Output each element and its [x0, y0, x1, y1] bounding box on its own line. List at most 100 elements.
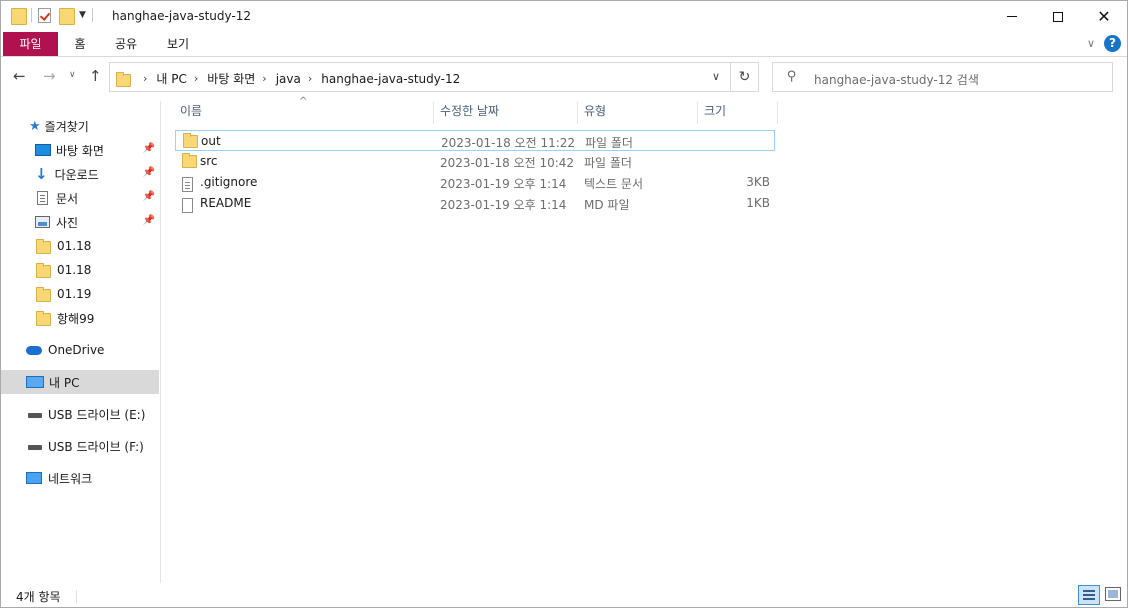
file-size: 1KB [746, 196, 770, 210]
sidebar-item-folder[interactable]: 항해99 [1, 306, 159, 330]
sidebar-item-quick-access[interactable]: ★ 즐겨찾기 [1, 114, 159, 138]
file-size: 3KB [746, 175, 770, 189]
address-bar[interactable]: › 내 PC › 바탕 화면 › java › hanghae-java-stu… [109, 62, 731, 92]
table-row[interactable]: out 2023-01-18 오전 11:22 파일 폴더 [175, 130, 775, 151]
refresh-button[interactable]: ↻ [731, 62, 759, 92]
desktop-icon [35, 144, 51, 156]
properties-icon[interactable] [38, 7, 51, 23]
status-bar: 4개 항목 [1, 583, 1127, 607]
download-icon: ↓ [35, 165, 48, 183]
back-button[interactable]: ← [13, 67, 26, 85]
file-type: 텍스트 문서 [584, 177, 644, 191]
folder-icon[interactable] [11, 7, 27, 25]
sidebar-item-label: 네트워크 [48, 471, 93, 486]
column-header-name[interactable]: 이름 [174, 102, 434, 124]
close-button[interactable]: ✕ [1081, 1, 1127, 32]
customize-toolbar-dropdown-icon[interactable]: ▼ [79, 10, 86, 20]
sidebar-item-label: 01.18 [57, 263, 92, 277]
file-name: out [201, 134, 221, 148]
recent-locations-chevron-icon[interactable]: ∨ [69, 70, 76, 80]
folder-icon [182, 153, 197, 168]
breadcrumb-chevron-icon[interactable]: › [143, 72, 147, 85]
usb-drive-icon [28, 413, 42, 418]
expand-ribbon-chevron-icon[interactable]: ∨ [1087, 37, 1095, 50]
large-icons-view-icon[interactable] [1105, 587, 1121, 601]
sidebar-item-folder[interactable]: 01.19 [1, 282, 159, 306]
toolbar-divider [91, 8, 93, 22]
file-date: 2023-01-18 오전 10:42 [440, 156, 575, 170]
column-header-type[interactable]: 유형 [578, 102, 698, 124]
breadcrumb: › 내 PC › 바탕 화면 › java › hanghae-java-stu… [116, 70, 460, 87]
breadcrumb-chevron-icon[interactable]: › [194, 72, 198, 85]
minimize-button[interactable] [989, 1, 1035, 32]
file-type: 파일 폴더 [585, 136, 633, 150]
breadcrumb-item[interactable]: 내 PC [156, 70, 186, 87]
file-type: 파일 폴더 [584, 156, 632, 170]
search-input[interactable]: ⚲ hanghae-java-study-12 검색 [772, 62, 1113, 92]
sidebar-item-label: 사진 [56, 215, 79, 230]
star-icon: ★ [29, 118, 41, 134]
item-count: 4개 항목 [16, 590, 61, 604]
sidebar-item-this-pc[interactable]: 내 PC [1, 370, 159, 394]
table-row[interactable]: src 2023-01-18 오전 10:42 파일 폴더 [175, 151, 775, 172]
quick-access-toolbar: ▼ [11, 7, 99, 25]
new-folder-icon[interactable] [59, 7, 75, 25]
address-dropdown-icon[interactable]: ∨ [712, 70, 720, 83]
sidebar-item-onedrive[interactable]: OneDrive [1, 338, 159, 362]
maximize-icon [1053, 11, 1063, 22]
sidebar-item-usb-f[interactable]: USB 드라이브 (F:) [1, 434, 159, 458]
breadcrumb-item[interactable]: java [276, 72, 301, 86]
file-type: MD 파일 [584, 198, 630, 212]
sidebar-item-downloads[interactable]: ↓ 다운로드 📌 [1, 162, 159, 186]
sidebar-item-desktop[interactable]: 바탕 화면 📌 [1, 138, 159, 162]
breadcrumb-item[interactable]: 바탕 화면 [207, 70, 255, 87]
pin-icon[interactable]: 📌 [143, 215, 155, 226]
search-icon: ⚲ [787, 69, 797, 84]
refresh-icon: ↻ [738, 69, 751, 85]
folder-icon [36, 263, 51, 278]
search-placeholder: hanghae-java-study-12 검색 [814, 73, 979, 87]
sidebar-item-label: 01.19 [57, 287, 92, 301]
computer-icon [26, 376, 44, 388]
folder-icon [36, 239, 51, 254]
folder-icon [36, 287, 51, 302]
sidebar-item-label: 즐겨찾기 [44, 119, 89, 134]
breadcrumb-item[interactable]: hanghae-java-study-12 [321, 72, 460, 86]
window-title: hanghae-java-study-12 [112, 9, 251, 23]
file-date: 2023-01-19 오후 1:14 [440, 198, 567, 212]
sidebar-item-label: 내 PC [49, 375, 80, 390]
help-icon[interactable]: ? [1104, 35, 1121, 52]
sidebar-item-usb-e[interactable]: USB 드라이브 (E:) [1, 402, 159, 426]
sidebar-item-network[interactable]: 네트워크 [1, 466, 159, 490]
sidebar-item-folder[interactable]: 01.18 [1, 234, 159, 258]
pin-icon[interactable]: 📌 [143, 191, 155, 202]
folder-icon [183, 133, 198, 148]
breadcrumb-chevron-icon[interactable]: › [308, 72, 312, 85]
file-name: .gitignore [200, 175, 258, 189]
file-icon [182, 198, 193, 213]
file-date: 2023-01-18 오전 11:22 [441, 136, 576, 150]
breadcrumb-chevron-icon[interactable]: › [262, 72, 266, 85]
table-row[interactable]: README 2023-01-19 오후 1:14 MD 파일 1KB [175, 193, 775, 214]
network-icon [26, 472, 42, 484]
tab-view[interactable]: 보기 [163, 32, 193, 56]
column-header-size[interactable]: 크기 [698, 102, 778, 124]
minimize-icon [1007, 16, 1017, 17]
tab-share[interactable]: 공유 [111, 32, 141, 56]
details-view-icon[interactable] [1078, 585, 1100, 605]
file-list: ^ 이름 수정한 날짜 유형 크기 out 2023-01-18 오전 11:2… [162, 96, 1127, 583]
table-row[interactable]: .gitignore 2023-01-19 오후 1:14 텍스트 문서 3KB [175, 172, 775, 193]
sidebar-item-label: 바탕 화면 [56, 143, 104, 158]
pin-icon[interactable]: 📌 [143, 167, 155, 178]
sidebar-item-label: 01.18 [57, 239, 92, 253]
forward-button[interactable]: → [43, 67, 56, 85]
sidebar-item-folder[interactable]: 01.18 [1, 258, 159, 282]
tab-home[interactable]: 홈 [69, 32, 91, 56]
tab-file[interactable]: 파일 [3, 32, 58, 56]
up-button[interactable]: ↑ [89, 67, 102, 85]
column-header-date[interactable]: 수정한 날짜 [434, 102, 578, 124]
sidebar-item-pictures[interactable]: 사진 📌 [1, 210, 159, 234]
maximize-button[interactable] [1035, 1, 1081, 32]
pin-icon[interactable]: 📌 [143, 143, 155, 154]
sidebar-item-documents[interactable]: 문서 📌 [1, 186, 159, 210]
